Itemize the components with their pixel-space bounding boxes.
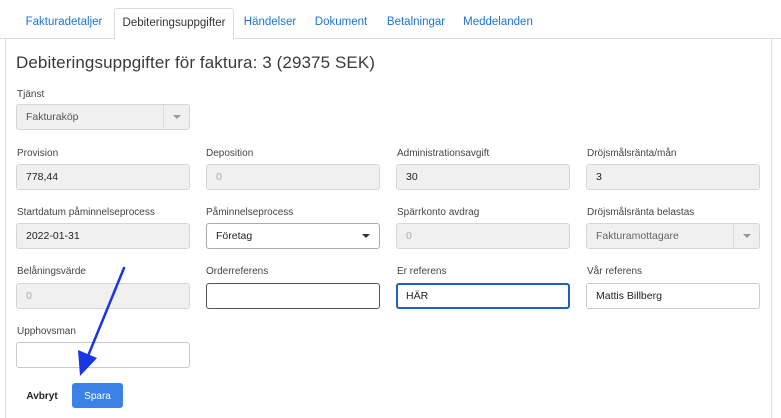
chevron-down-icon: [173, 115, 181, 119]
tab-dokument[interactable]: Dokument: [306, 8, 376, 39]
paminnelseprocess-select[interactable]: Företag: [206, 223, 380, 249]
orderreferens-label: Orderreferens: [206, 266, 269, 277]
administrationsavgift-label: Administrationsavgift: [397, 148, 490, 159]
var-referens-field[interactable]: [586, 283, 760, 309]
tab-fakturadetaljer[interactable]: Fakturadetaljer: [20, 8, 108, 39]
tjanst-caret: [163, 105, 189, 129]
deposition-label: Deposition: [206, 148, 254, 159]
startdatum-field[interactable]: [16, 223, 190, 249]
belaningsvarde-label: Belåningsvärde: [17, 266, 86, 277]
drojsmalsranta-label: Dröjsmålsränta/mån: [587, 148, 677, 159]
cancel-button[interactable]: Avbryt: [18, 384, 66, 408]
drojsmal-belastas-value: Fakturamottagare: [596, 230, 679, 242]
var-referens-label: Vår referens: [587, 266, 643, 277]
tab-betalningar[interactable]: Betalningar: [378, 8, 454, 39]
upphovsman-field[interactable]: [16, 342, 190, 368]
provision-label: Provision: [17, 148, 59, 159]
tjanst-value: Fakturaköp: [26, 111, 79, 123]
tab-bar: Fakturadetaljer Debiteringsuppgifter Hän…: [0, 0, 781, 40]
tab-handelser[interactable]: Händelser: [236, 8, 304, 39]
paminnelseprocess-caret: [353, 224, 379, 248]
tab-debiteringsuppgifter[interactable]: Debiteringsuppgifter: [114, 8, 234, 40]
er-referens-field[interactable]: [396, 283, 570, 309]
deposition-field[interactable]: [206, 164, 380, 190]
chevron-down-icon: [362, 234, 370, 238]
belaningsvarde-field[interactable]: [16, 283, 190, 309]
upphovsman-label: Upphovsman: [17, 326, 76, 337]
orderreferens-field[interactable]: [206, 283, 380, 309]
drojsmalsranta-field[interactable]: [586, 164, 760, 190]
paminnelseprocess-label: Påminnelseprocess: [206, 207, 294, 218]
tjanst-select[interactable]: Fakturaköp: [16, 104, 190, 130]
administrationsavgift-field[interactable]: [396, 164, 570, 190]
sparrkonto-field[interactable]: [396, 223, 570, 249]
tab-meddelanden[interactable]: Meddelanden: [456, 8, 540, 39]
paminnelseprocess-value: Företag: [216, 230, 253, 242]
er-referens-label: Er referens: [397, 266, 447, 277]
drojsmal-belastas-label: Dröjsmålsränta belastas: [587, 207, 695, 218]
save-button[interactable]: Spara: [72, 383, 123, 408]
chevron-down-icon: [743, 234, 751, 238]
provision-field[interactable]: [16, 164, 190, 190]
tjanst-label: Tjänst: [17, 89, 45, 100]
drojsmal-belastas-select[interactable]: Fakturamottagare: [586, 223, 760, 249]
startdatum-label: Startdatum påminnelseprocess: [17, 207, 155, 218]
page-title: Debiteringsuppgifter för faktura: 3 (293…: [16, 53, 376, 72]
drojsmal-belastas-caret: [733, 224, 759, 248]
sparrkonto-label: Spärrkonto avdrag: [397, 207, 480, 218]
